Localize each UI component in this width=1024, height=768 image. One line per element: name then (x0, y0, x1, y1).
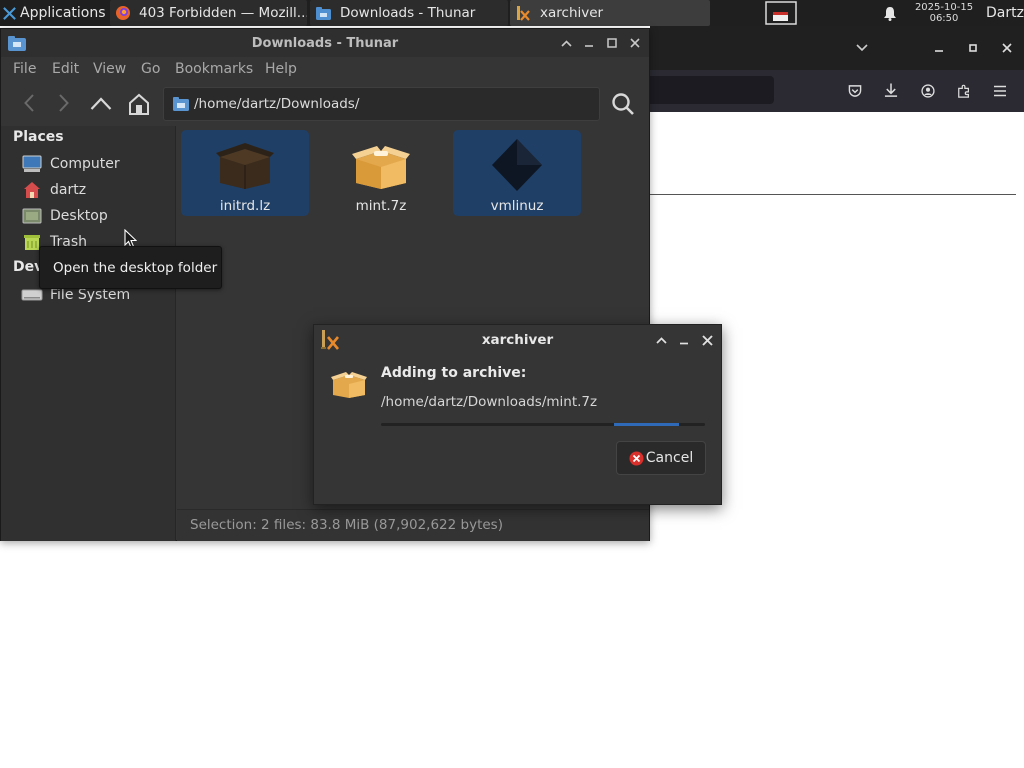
thunar-statusbar: Selection: 2 files: 83.8 MiB (87,902,622… (177, 509, 649, 541)
file-item-vmlinuz[interactable]: vmlinuz (453, 130, 581, 216)
account-icon[interactable] (921, 84, 935, 98)
xarchiver-dialog: xarchiver Adding to archive: /home/dartz… (313, 324, 722, 505)
clock-time: 06:50 (929, 13, 959, 24)
task-thunar[interactable]: Downloads - Thunar (310, 0, 508, 26)
file-name: mint.7z (355, 198, 407, 214)
firefox-icon (115, 5, 131, 21)
task-label: 403 Forbidden — Mozill... (139, 5, 307, 21)
file-name: initrd.lz (219, 198, 271, 214)
task-label: xarchiver (540, 5, 604, 21)
firefox-toolbar (650, 70, 1024, 112)
thunar-minimize-icon[interactable] (582, 36, 596, 50)
dialog-archive-path: /home/dartz/Downloads/mint.7z (381, 394, 598, 410)
xfce-logo-icon (2, 6, 17, 21)
desktop-tooltip: Open the desktop folder (39, 246, 222, 289)
search-icon[interactable] (611, 92, 635, 116)
status-text: Selection: 2 files: 83.8 MiB (87,902,622… (190, 517, 503, 533)
firefox-close-icon[interactable] (1000, 41, 1014, 55)
tab-list-chevron-icon[interactable] (855, 41, 869, 55)
clock-date: 2025-10-15 (914, 2, 974, 13)
folder-icon (316, 6, 331, 20)
applications-menu[interactable]: Applications ≡ (2, 0, 108, 26)
clock[interactable]: 2025-10-15 06:50 (906, 0, 982, 26)
firefox-titlebar (650, 26, 1024, 70)
parent-folder-up-icon[interactable] (90, 95, 112, 111)
thunar-toolbar: /home/dartz/Downloads/ (1, 85, 649, 121)
places-header: Places (13, 129, 64, 145)
sidebar-item-computer[interactable]: Computer (21, 153, 120, 175)
location-path: /home/dartz/Downloads/ (194, 96, 360, 112)
dialog-heading: Adding to archive: (381, 365, 527, 381)
sidebar-item-label: dartz (50, 182, 87, 198)
sidebar-item-dartz[interactable]: dartz (21, 179, 86, 201)
progress-bar (381, 423, 705, 426)
thunar-sidebar: Places Computer dartz Desktop Trash Devi… (1, 126, 176, 541)
file-item-mint[interactable]: mint.7z (317, 130, 445, 216)
xarchiver-icon (515, 5, 531, 21)
back-arrow-icon[interactable] (21, 94, 37, 112)
hamburger-menu-icon[interactable] (993, 84, 1007, 98)
home-icon[interactable] (128, 93, 150, 115)
thunar-maximize-icon[interactable] (605, 36, 619, 50)
menu-view[interactable]: View (93, 61, 126, 77)
tooltip-text: Open the desktop folder (53, 260, 218, 276)
user-menu[interactable]: Dartz (986, 0, 1024, 26)
notification-bell-icon[interactable] (880, 0, 900, 26)
thunar-titlebar[interactable]: Downloads - Thunar (1, 29, 649, 57)
task-label: Downloads - Thunar (340, 5, 476, 21)
thunar-title: Downloads - Thunar (251, 36, 399, 51)
applications-label: Applications (20, 5, 106, 21)
menu-go[interactable]: Go (141, 61, 160, 77)
cancel-icon (629, 451, 644, 466)
archive-icon (349, 136, 413, 194)
sidebar-item-label: Computer (50, 156, 120, 172)
xarchiver-close-icon[interactable] (700, 333, 714, 347)
file-item-initrd[interactable]: initrd.lz (181, 130, 309, 216)
location-bar[interactable]: /home/dartz/Downloads/ (163, 87, 600, 121)
location-folder-icon (173, 97, 189, 111)
computer-icon (21, 154, 43, 174)
firefox-minimize-icon[interactable] (932, 41, 946, 55)
desktop-icon (21, 206, 43, 226)
task-xarchiver[interactable]: xarchiver (510, 0, 710, 26)
binary-file-icon (485, 136, 549, 194)
cancel-button[interactable]: Cancel (616, 441, 706, 475)
workspace-switcher[interactable] (764, 0, 798, 26)
downloads-icon[interactable] (884, 83, 898, 97)
sidebar-item-label: Desktop (50, 208, 108, 224)
xarchiver-titlebar[interactable]: xarchiver (314, 325, 721, 353)
user-name: Dartz (986, 5, 1024, 21)
xarchiver-shade-icon[interactable] (654, 333, 668, 347)
sidebar-item-desktop[interactable]: Desktop (21, 205, 108, 227)
firefox-url-bar[interactable] (650, 76, 774, 104)
forward-arrow-icon[interactable] (56, 94, 72, 112)
top-panel: Applications ≡ 403 Forbidden — Mozill...… (0, 0, 1024, 26)
xarchiver-minimize-icon[interactable] (677, 333, 691, 347)
menu-file[interactable]: File (13, 61, 36, 77)
menu-edit[interactable]: Edit (52, 61, 79, 77)
cancel-label: Cancel (645, 450, 694, 466)
sidebar-item-label: File System (50, 287, 131, 303)
archive-icon (330, 369, 368, 399)
menu-help[interactable]: Help (265, 61, 297, 77)
progress-bar-fill (614, 423, 679, 426)
task-firefox[interactable]: 403 Forbidden — Mozill... (110, 0, 307, 26)
thunar-close-icon[interactable] (628, 36, 642, 50)
extensions-icon[interactable] (957, 84, 971, 98)
thunar-shade-icon[interactable] (559, 36, 573, 50)
home-icon (21, 180, 43, 200)
page-divider (650, 194, 1016, 195)
archive-dark-icon (213, 136, 277, 194)
menu-bookmarks[interactable]: Bookmarks (175, 61, 253, 77)
pocket-icon[interactable] (848, 84, 862, 98)
firefox-maximize-icon[interactable] (966, 41, 980, 55)
thunar-menubar: File Edit View Go Bookmarks Help (1, 57, 649, 81)
file-name: vmlinuz (490, 198, 544, 214)
